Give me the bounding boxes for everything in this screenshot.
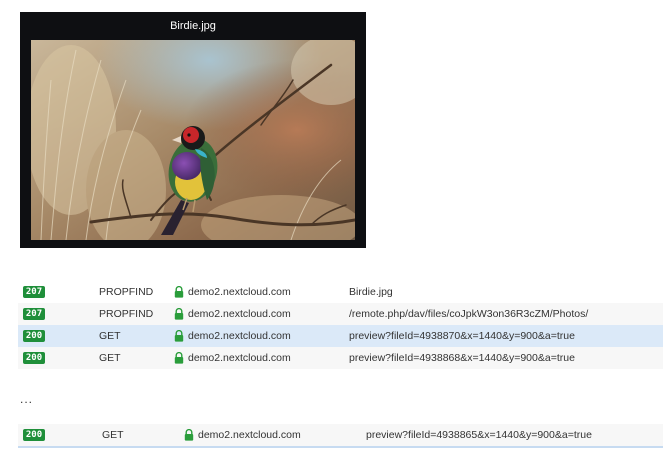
lock-icon [174, 330, 184, 342]
request-file: preview?fileId=4938870&x=1440&y=900&a=tr… [349, 330, 575, 342]
request-host: demo2.nextcloud.com [188, 330, 291, 342]
request-file: preview?fileId=4938868&x=1440&y=900&a=tr… [349, 352, 575, 364]
viewer-title: Birdie.jpg [170, 20, 216, 32]
request-host: demo2.nextcloud.com [188, 308, 291, 320]
request-host: demo2.nextcloud.com [188, 352, 291, 364]
request-file: preview?fileId=4938865&x=1440&y=900&a=tr… [366, 429, 592, 441]
bird-photo-illustration [31, 40, 355, 240]
status-badge: 200 [23, 352, 45, 364]
image-viewer: Birdie.jpg [20, 12, 366, 248]
request-row[interactable]: 200 GET demo2.nextcloud.com preview?file… [18, 424, 663, 446]
request-file: /remote.php/dav/files/coJpkW3on36R3cZM/P… [349, 308, 589, 320]
request-method: GET [99, 330, 121, 342]
request-row[interactable]: 200 GET demo2.nextcloud.com preview?file… [18, 347, 663, 369]
request-method: PROPFIND [99, 286, 154, 298]
status-badge: 200 [23, 330, 45, 342]
request-host: demo2.nextcloud.com [188, 286, 291, 298]
omitted-rows-ellipsis: ... [20, 392, 34, 406]
lock-icon [174, 352, 184, 364]
request-row-selected[interactable]: 200 GET demo2.nextcloud.com preview?file… [18, 325, 663, 347]
status-badge: 200 [23, 429, 45, 441]
selection-underline [18, 446, 663, 448]
request-host: demo2.nextcloud.com [198, 429, 301, 441]
request-method: GET [102, 429, 124, 441]
request-method: GET [99, 352, 121, 364]
bird-photo[interactable] [31, 40, 355, 240]
request-file: Birdie.jpg [349, 286, 393, 298]
status-badge: 207 [23, 308, 45, 320]
request-row[interactable]: 207 PROPFIND demo2.nextcloud.com Birdie.… [18, 281, 663, 303]
request-row[interactable]: 207 PROPFIND demo2.nextcloud.com /remote… [18, 303, 663, 325]
lock-icon [174, 308, 184, 320]
request-method: PROPFIND [99, 308, 154, 320]
status-badge: 207 [23, 286, 45, 298]
lock-icon [174, 286, 184, 298]
lock-icon [184, 429, 194, 441]
